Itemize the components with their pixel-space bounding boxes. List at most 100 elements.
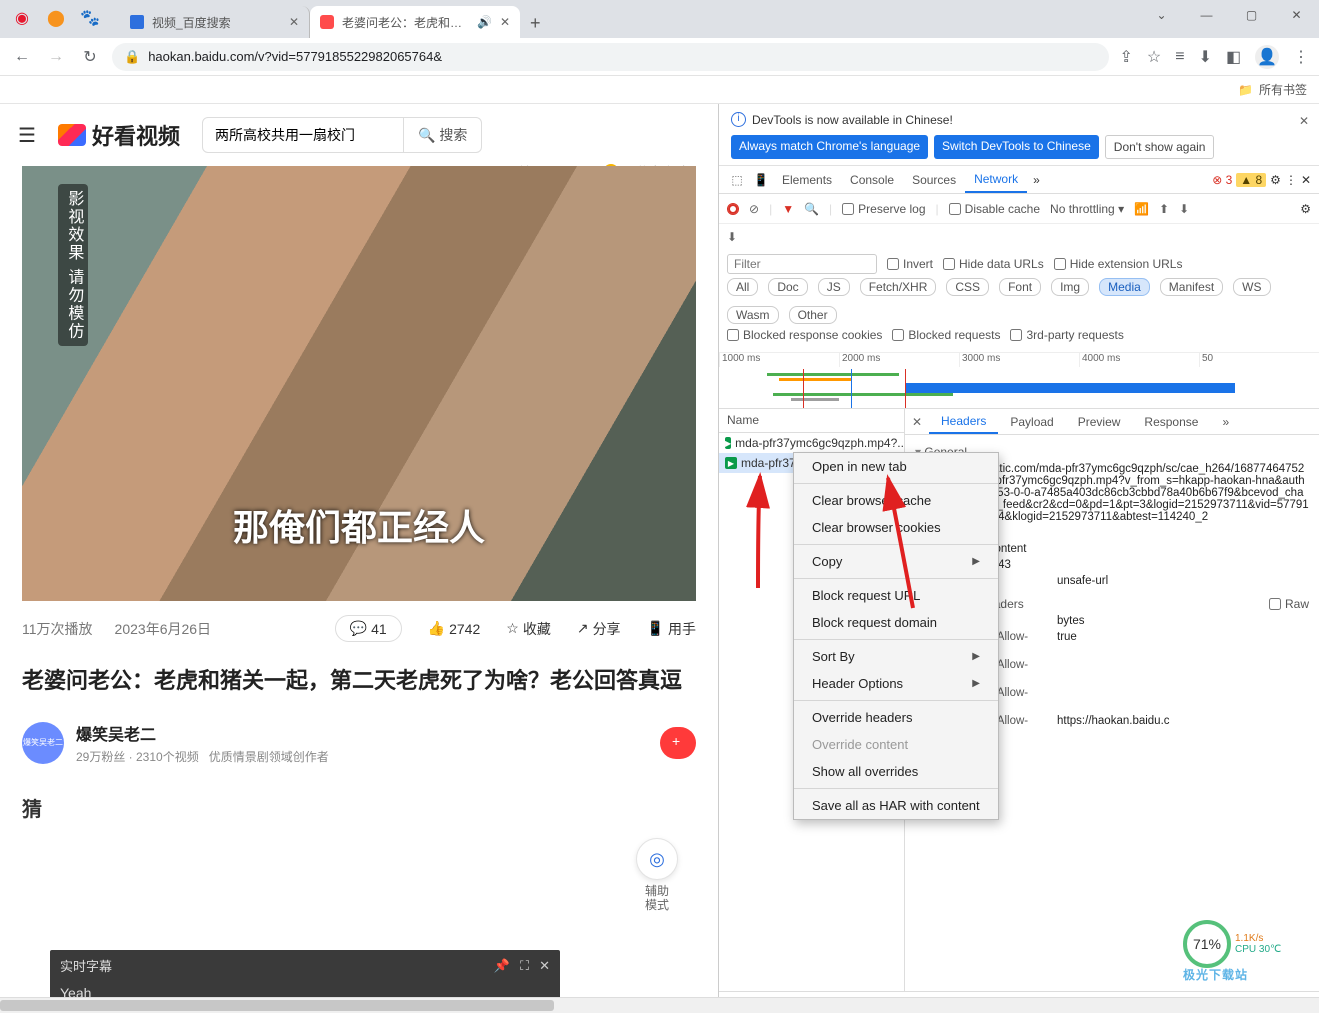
close-window-button[interactable]: ✕ xyxy=(1274,0,1319,30)
share-button[interactable]: ↗分享 xyxy=(577,615,621,642)
follow-button[interactable]: + xyxy=(660,727,696,759)
tabs-overflow[interactable]: » xyxy=(1027,166,1046,193)
expand-icon[interactable]: ⛶ xyxy=(520,958,529,974)
menu-override-headers[interactable]: Override headers xyxy=(794,704,998,731)
close-details-icon[interactable]: ✕ xyxy=(905,409,929,434)
tab-preview[interactable]: Preview xyxy=(1066,409,1133,434)
pin-icon[interactable]: 📌 xyxy=(494,958,510,974)
system-monitor-widget[interactable]: 71% 1.1K/s CPU 30℃ 极光下载站 xyxy=(1183,909,1303,979)
close-banner-icon[interactable]: ✕ xyxy=(1299,114,1309,128)
raw-checkbox[interactable] xyxy=(1269,598,1281,610)
device-toolbar-icon[interactable]: 📱 xyxy=(749,166,773,193)
omnibox[interactable]: 🔒 haokan.baidu.com/v?vid=577918552298206… xyxy=(112,43,1109,71)
blocked-requests-checkbox[interactable]: Blocked requests xyxy=(892,328,1000,342)
filter-chip-js[interactable]: JS xyxy=(818,278,850,296)
filter-chip-wasm[interactable]: Wasm xyxy=(727,306,779,324)
invert-checkbox[interactable]: Invert xyxy=(887,257,933,271)
assist-mode-button[interactable]: ◎ 辅助 模式 xyxy=(636,838,678,913)
inspect-element-icon[interactable]: ⬚ xyxy=(725,166,749,193)
maximize-button[interactable]: ▢ xyxy=(1229,0,1274,30)
record-button[interactable] xyxy=(727,203,739,215)
favorite-button[interactable]: ☆收藏 xyxy=(506,615,551,642)
menu-save-har[interactable]: Save all as HAR with content xyxy=(794,792,998,819)
error-count[interactable]: ⊗ 3 xyxy=(1212,173,1232,187)
filter-chip-media[interactable]: Media xyxy=(1099,278,1150,296)
tab-response[interactable]: Response xyxy=(1132,409,1210,434)
request-row[interactable]: ▶mda-pfr37ymc6gc9qzph.mp4?... xyxy=(719,433,904,453)
forward-button[interactable]: → xyxy=(44,48,68,66)
tab-audio-icon[interactable]: 🔊 xyxy=(477,15,492,29)
tab-console[interactable]: Console xyxy=(841,166,903,193)
filter-chip-other[interactable]: Other xyxy=(789,306,837,324)
phone-button[interactable]: 📱用手 xyxy=(647,615,696,642)
disable-cache-checkbox[interactable]: Disable cache xyxy=(949,202,1040,216)
hamburger-icon[interactable]: ☰ xyxy=(18,123,36,148)
tab-active[interactable]: 老婆问老公：老虎和猪关一… 🔊 ✕ xyxy=(310,6,520,38)
bookmark-star-icon[interactable]: ☆ xyxy=(1147,47,1161,67)
tab-network[interactable]: Network xyxy=(965,166,1027,193)
menu-header-options[interactable]: Header Options▶ xyxy=(794,670,998,697)
horizontal-scrollbar[interactable] xyxy=(0,997,1319,1013)
filter-chip-img[interactable]: Img xyxy=(1051,278,1089,296)
wifi-icon[interactable]: 📶 xyxy=(1134,202,1149,216)
scrollbar-thumb[interactable] xyxy=(0,1000,554,1011)
menu-sort-by[interactable]: Sort By▶ xyxy=(794,643,998,670)
filter-toggle-icon[interactable]: ▼ xyxy=(782,202,794,216)
banner-button-switch[interactable]: Switch DevTools to Chinese xyxy=(934,135,1099,159)
baidu-paw-icon[interactable]: 🐾 xyxy=(80,8,100,28)
extensions-icon[interactable]: ≡ xyxy=(1175,48,1184,66)
back-button[interactable]: ← xyxy=(10,48,34,66)
uploader-avatar[interactable]: 爆笑吴老二 xyxy=(22,722,64,764)
minimize-button[interactable]: — xyxy=(1184,0,1229,30)
reload-button[interactable]: ↻ xyxy=(78,47,102,67)
weibo-icon[interactable]: ◉ xyxy=(12,8,32,28)
upload-icon[interactable]: ⬆ xyxy=(1159,202,1169,216)
new-tab-button[interactable]: + xyxy=(520,9,551,38)
profile-avatar-icon[interactable]: 👤 xyxy=(1255,45,1279,69)
sidepanel-icon[interactable]: ◧ xyxy=(1226,47,1241,67)
search-button[interactable]: 🔍 搜索 xyxy=(403,118,481,152)
tab-payload[interactable]: Payload xyxy=(998,409,1065,434)
third-party-checkbox[interactable]: 3rd-party requests xyxy=(1010,328,1123,342)
close-icon[interactable]: ✕ xyxy=(539,958,550,974)
har-download-icon[interactable]: ⬇ xyxy=(727,230,737,244)
like-button[interactable]: 👍2742 xyxy=(428,615,481,642)
detail-tabs-overflow[interactable]: » xyxy=(1210,409,1241,434)
downloads-icon[interactable]: ⬇ xyxy=(1199,47,1212,67)
warning-count[interactable]: ▲ 8 xyxy=(1236,173,1266,187)
close-tab-icon[interactable]: ✕ xyxy=(289,15,299,29)
menu-clear-cookies[interactable]: Clear browser cookies xyxy=(794,514,998,541)
menu-block-url[interactable]: Block request URL xyxy=(794,582,998,609)
app-icon-1[interactable]: ⬤ xyxy=(46,8,66,28)
filter-chip-doc[interactable]: Doc xyxy=(768,278,807,296)
uploader-name[interactable]: 爆笑吴老二 xyxy=(76,721,329,745)
filter-chip-manifest[interactable]: Manifest xyxy=(1160,278,1223,296)
throttling-select[interactable]: No throttling ▾ xyxy=(1050,202,1124,216)
tab-inactive[interactable]: 视频_百度搜索 ✕ xyxy=(120,6,310,38)
tab-headers[interactable]: Headers xyxy=(929,409,998,434)
blocked-cookies-checkbox[interactable]: Blocked response cookies xyxy=(727,328,882,342)
preserve-log-checkbox[interactable]: Preserve log xyxy=(842,202,925,216)
close-tab-icon[interactable]: ✕ xyxy=(500,15,510,29)
kebab-icon[interactable]: ⋮ xyxy=(1285,173,1297,187)
filter-chip-css[interactable]: CSS xyxy=(946,278,989,296)
filter-chip-fetchxhr[interactable]: Fetch/XHR xyxy=(860,278,937,296)
close-devtools-icon[interactable]: ✕ xyxy=(1301,173,1311,187)
tab-elements[interactable]: Elements xyxy=(773,166,841,193)
tab-sources[interactable]: Sources xyxy=(903,166,965,193)
all-bookmarks-link[interactable]: 所有书签 xyxy=(1259,81,1307,98)
banner-button-dismiss[interactable]: Don't show again xyxy=(1105,135,1215,159)
settings-gear-icon[interactable]: ⚙ xyxy=(1300,202,1311,216)
menu-block-domain[interactable]: Block request domain xyxy=(794,609,998,636)
menu-clear-cache[interactable]: Clear browser cache xyxy=(794,487,998,514)
clear-button[interactable]: ⊘ xyxy=(749,202,759,216)
menu-show-overrides[interactable]: Show all overrides xyxy=(794,758,998,785)
chevron-down-icon[interactable]: ⌄ xyxy=(1139,0,1184,30)
download-icon[interactable]: ⬇ xyxy=(1179,202,1189,216)
gear-icon[interactable]: ⚙ xyxy=(1270,173,1281,187)
video-player[interactable]: 影视效果 请勿模仿 那俺们都正经人 xyxy=(22,166,696,601)
banner-button-match[interactable]: Always match Chrome's language xyxy=(731,135,928,159)
menu-open-new-tab[interactable]: Open in new tab xyxy=(794,453,998,480)
search-icon[interactable]: 🔍 xyxy=(804,202,819,216)
name-column-header[interactable]: Name xyxy=(719,409,904,433)
